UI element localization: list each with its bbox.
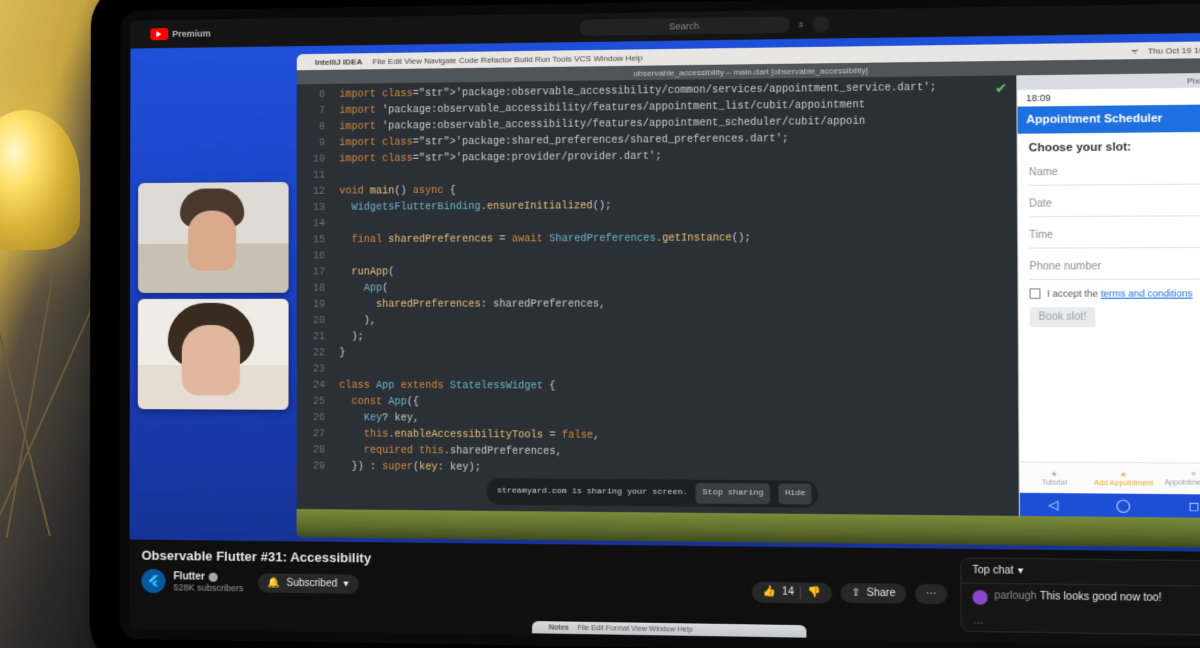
webcam-speaker-1 — [138, 181, 289, 292]
chat-text: This looks good now too! — [1040, 591, 1162, 604]
line-gutter: 6789101112131415161718192021222324252627… — [297, 84, 332, 509]
date-field[interactable]: Date▭ — [1029, 193, 1200, 217]
chat-mode-selector[interactable]: Top chat ▾ — [961, 558, 1200, 587]
tab-appointment-list[interactable]: ≡Appointment List — [1158, 463, 1200, 494]
app-title: Appointment Scheduler — [1026, 112, 1162, 126]
overview-icon[interactable]: ◻ — [1188, 498, 1199, 513]
youtube-premium-label: Premium — [172, 28, 211, 39]
chat-input[interactable]: … — [962, 611, 1200, 635]
hide-sharing-button[interactable]: Hide — [779, 484, 812, 505]
youtube-logo[interactable]: Premium — [150, 27, 210, 40]
tab-add-appointment[interactable]: ★Add Appointment — [1089, 463, 1159, 494]
analysis-ok-icon: ✔ — [995, 82, 1008, 99]
live-chat-panel: Top chat ▾ parlough This looks good now … — [960, 557, 1200, 636]
code-editor[interactable]: ✔ 67891011121314151617181920212223242526… — [297, 75, 1019, 516]
checkbox-icon — [1030, 288, 1041, 298]
thumbs-down-icon[interactable]: 👎 — [808, 587, 821, 599]
screenshare-banner: streamyard.com is sharing your screen. S… — [487, 478, 819, 508]
subscriber-count: 528K subscribers — [173, 582, 243, 593]
terms-checkbox[interactable]: I accept the terms and conditions — [1030, 288, 1200, 299]
chat-message: parlough This looks good now too! — [962, 583, 1200, 614]
screenshare-text: streamyard.com is sharing your screen. — [497, 483, 688, 501]
share-icon: ⇪ — [851, 587, 860, 599]
form-heading: Choose your slot: — [1029, 140, 1200, 154]
android-navbar: ◁ ◯ ◻ — [1020, 493, 1200, 518]
youtube-play-icon — [150, 28, 168, 40]
app-bar: Appointment Scheduler — [1018, 104, 1200, 133]
wifi-icon: ᯤ — [1131, 45, 1139, 57]
verified-icon — [209, 572, 218, 581]
share-button[interactable]: ⇪ Share — [840, 583, 906, 604]
terms-link[interactable]: terms and conditions — [1101, 288, 1193, 299]
chat-username: parlough — [994, 590, 1037, 602]
chat-avatar — [972, 590, 987, 605]
phone-clock: 18:09 — [1026, 93, 1051, 104]
chevron-down-icon: ▾ — [1018, 565, 1024, 577]
name-field[interactable]: Name — [1029, 161, 1200, 185]
like-button[interactable]: 👍 14 👎 — [752, 581, 832, 603]
speaker-column — [138, 54, 289, 537]
thumbs-up-icon: 👍 — [762, 586, 775, 598]
subscribed-button[interactable]: 🔔 Subscribed ▾ — [258, 573, 359, 594]
video-actions: 👍 14 👎 ⇪ Share ⋯ — [752, 555, 948, 632]
screen: Premium Search ⌕ IntelliJ IDEA — [129, 3, 1200, 647]
stop-sharing-button[interactable]: Stop sharing — [696, 483, 770, 504]
search-input[interactable]: Search — [579, 16, 789, 36]
time-field[interactable]: Time◔ — [1029, 225, 1200, 249]
shared-screen: IntelliJ IDEA File Edit View Navigate Co… — [297, 41, 1200, 548]
bell-icon: 🔔 — [268, 577, 281, 588]
chevron-down-icon: ▾ — [343, 578, 348, 589]
channel-avatar[interactable] — [141, 569, 165, 593]
webcam-speaker-2 — [138, 298, 289, 409]
tab-tutorial[interactable]: ★Tutorial — [1020, 462, 1089, 493]
video-title: Observable Flutter #31: Accessibility — [142, 548, 739, 571]
channel-name[interactable]: Flutter — [174, 571, 205, 582]
back-icon[interactable]: ◁ — [1048, 497, 1058, 512]
mac-clock: Thu Oct 19 10:09 — [1148, 45, 1200, 55]
video-stage: IntelliJ IDEA File Edit View Navigate Co… — [130, 33, 1200, 552]
home-icon[interactable]: ◯ — [1116, 498, 1131, 513]
emulator-device-label: Pixel 4a — [1187, 75, 1200, 85]
bottom-tabs: ★Tutorial ★Add Appointment ≡Appointment … — [1020, 461, 1200, 494]
phone-number-field[interactable]: Phone number — [1029, 256, 1200, 280]
monitor-frame: Premium Search ⌕ IntelliJ IDEA — [119, 0, 1200, 648]
code-lines: import class="str">'package:observable_a… — [331, 75, 1019, 516]
phone-emulator: Pixel 4a 18:09 ▮ Appointment Scheduler C… — [1016, 73, 1200, 518]
search-icon[interactable]: ⌕ — [798, 19, 803, 30]
flutter-logo-icon — [146, 574, 160, 588]
mac-menu-items: File Edit View Navigate Code Refactor Bu… — [373, 53, 643, 66]
book-slot-button[interactable]: Book slot! — [1030, 307, 1096, 327]
voice-search-icon[interactable] — [812, 16, 829, 33]
more-actions-button[interactable]: ⋯ — [915, 584, 948, 604]
mac-app-name: IntelliJ IDEA — [315, 57, 362, 67]
